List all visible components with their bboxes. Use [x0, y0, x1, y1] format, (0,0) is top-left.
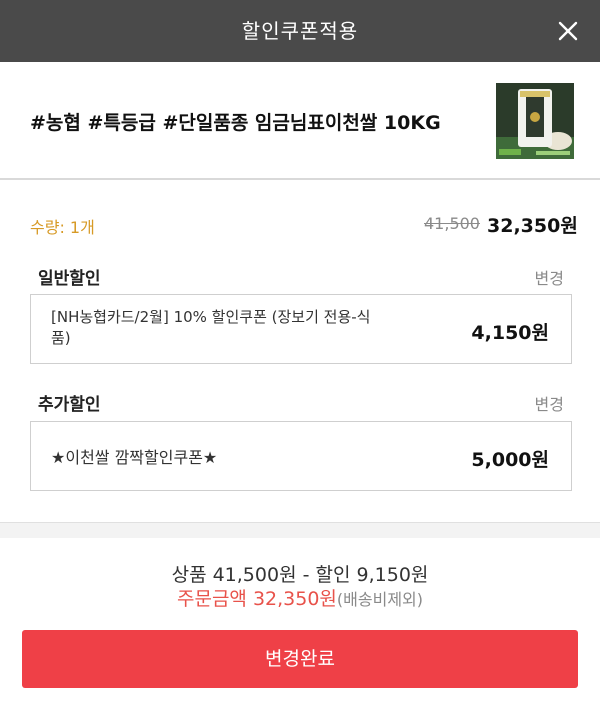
- additional-coupon-name: ★이천쌀 깜짝할인쿠폰★: [51, 448, 218, 467]
- confirm-change-button[interactable]: 변경완료: [22, 630, 578, 688]
- order-total-label: 주문금액: [176, 588, 247, 610]
- summary-discount: 할인 9,150원: [315, 564, 429, 586]
- final-price: 32,350원: [487, 215, 578, 237]
- general-discount-change-link[interactable]: 변경: [535, 265, 564, 289]
- general-coupon-box[interactable]: [NH농협카드/2월] 10% 할인쿠폰 (장보기 전용-식 품) 4,150원: [30, 294, 572, 364]
- price-summary: 상품 41,500원 - 할인 9,150원: [0, 560, 600, 587]
- product-section: #농협 #특등급 #단일품종 임금님표이천쌀 10KG: [0, 62, 600, 180]
- order-total-value: 32,350원: [252, 588, 337, 610]
- order-total: 주문금액 32,350원(배송비제외): [0, 584, 600, 611]
- shipping-note: (배송비제외): [336, 590, 424, 609]
- general-coupon-name-line1: [NH농협카드/2월] 10% 할인쿠폰 (장보기 전용-식: [51, 308, 371, 326]
- additional-discount-label: 추가할인: [38, 395, 101, 415]
- product-name: #농협 #특등급 #단일품종 임금님표이천쌀 10KG: [30, 112, 441, 134]
- additional-coupon-amount: 5,000원: [471, 449, 549, 471]
- section-divider: [0, 522, 600, 538]
- general-coupon-name-line2: 품): [51, 329, 71, 347]
- close-icon[interactable]: [552, 15, 584, 47]
- modal-title: 할인쿠폰적용: [241, 19, 359, 43]
- original-price: 41,500: [424, 214, 480, 233]
- general-coupon-amount: 4,150원: [471, 322, 549, 344]
- quantity-label: 수량: 1개: [30, 218, 95, 237]
- summary-product-price: 상품 41,500원: [171, 564, 297, 586]
- general-discount-label: 일반할인: [38, 269, 101, 289]
- summary-separator: -: [302, 564, 310, 586]
- additional-discount-change-link[interactable]: 변경: [535, 391, 564, 415]
- modal-header: 할인쿠폰적용: [0, 0, 600, 62]
- additional-coupon-box[interactable]: ★이천쌀 깜짝할인쿠폰★ 5,000원: [30, 421, 572, 491]
- product-thumbnail: [496, 83, 574, 159]
